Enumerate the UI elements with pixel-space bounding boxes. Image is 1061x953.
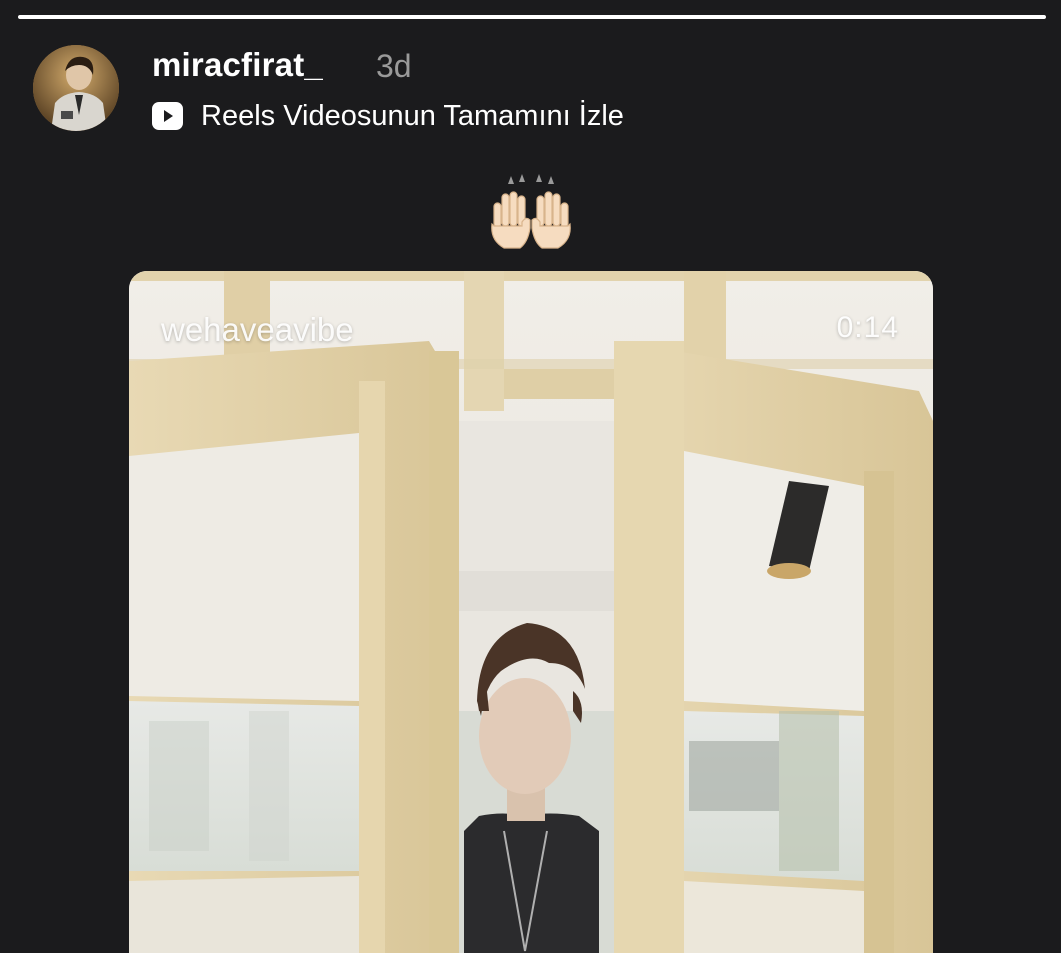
play-square-icon [152,102,183,130]
username[interactable]: miracfirat_ [152,46,323,84]
avatar[interactable] [33,45,119,131]
post-time: 3d [376,48,412,84]
reel-thumbnail [129,271,933,953]
story-progress-fill [18,15,1046,19]
profile-avatar [33,45,119,131]
story-viewer: miracfirat_ 3d Reels Videosunun Tamamını… [0,0,1061,953]
reel-preview[interactable]: wehaveavibe 0:14 [129,271,933,953]
raising-hands-icon [491,174,571,249]
watch-full-reel-link[interactable]: Reels Videosunun Tamamını İzle [152,96,624,136]
reel-duration: 0:14 [836,311,899,344]
story-progress-bar [18,15,1046,19]
reel-account-name: wehaveavibe [161,311,354,348]
watch-full-reel-label: Reels Videosunun Tamamını İzle [201,99,624,132]
